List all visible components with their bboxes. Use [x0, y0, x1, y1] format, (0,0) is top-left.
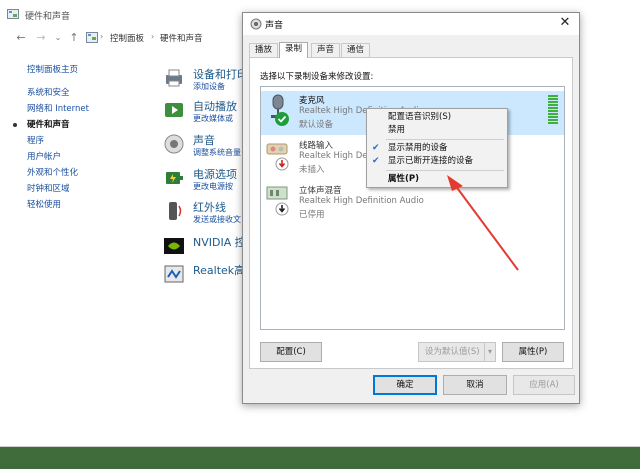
category-autoplay[interactable]: 自动播放 更改媒体或	[163, 98, 243, 128]
tab-communications[interactable]: 通信	[341, 43, 371, 57]
sidebar-item-network[interactable]: 网络和 Internet	[27, 101, 147, 117]
sidebar-item-clock-region[interactable]: 时钟和区域	[27, 181, 147, 197]
category-link[interactable]: 更改媒体或	[193, 113, 233, 124]
category-realtek[interactable]: Realtek高	[163, 262, 245, 292]
window-title: 硬件和声音	[25, 12, 71, 22]
sidebar: 控制面板主页 系统和安全 网络和 Internet 硬件和声音 程序 用户帐户 …	[13, 62, 147, 213]
chevron-down-icon: ▾	[484, 343, 495, 361]
up-arrow-icon[interactable]: ↑	[67, 30, 81, 46]
category-title[interactable]: 设备和打印	[193, 66, 248, 82]
category-title[interactable]: NVIDIA 控	[193, 234, 246, 250]
speaker-icon	[164, 134, 184, 154]
menu-item-properties[interactable]: 属性(P)	[367, 173, 507, 186]
menu-item-label: 显示已断开连接的设备	[388, 156, 474, 166]
context-menu: 配置语音识别(S) 禁用 ✔ 显示禁用的设备 ✔ 显示已断开连接的设备 属性(P…	[366, 108, 508, 188]
category-devices-printers[interactable]: 设备和打印 添加设备	[163, 66, 248, 96]
category-title[interactable]: Realtek高	[193, 262, 245, 278]
category-infrared[interactable]: 红外线 发送或接收文	[163, 199, 243, 229]
category-sound[interactable]: 声音 调整系统音量	[163, 132, 243, 162]
menu-item-show-disabled[interactable]: ✔ 显示禁用的设备	[367, 142, 507, 155]
category-title[interactable]: 电源选项	[193, 166, 237, 182]
level-meter	[548, 95, 558, 129]
category-nvidia[interactable]: NVIDIA 控	[163, 234, 246, 264]
microphone-icon	[271, 94, 289, 126]
dialog-titlebar: 声音 ✕	[243, 13, 579, 35]
category-link[interactable]: 更改电源按	[193, 181, 233, 192]
tab-playback[interactable]: 播放	[249, 43, 279, 57]
menu-item-configure-speech[interactable]: 配置语音识别(S)	[367, 111, 507, 124]
stereo-mix-board-icon	[266, 186, 289, 216]
device-status: 未插入	[299, 165, 325, 175]
configure-button[interactable]: 配置(C)	[260, 342, 322, 362]
recording-tab-panel: 选择以下录制设备来修改设置: 麦克风 Realtek High Definiti…	[249, 57, 573, 369]
sidebar-item-appearance[interactable]: 外观和个性化	[27, 165, 147, 181]
nvidia-icon	[164, 238, 184, 254]
realtek-icon	[164, 265, 184, 283]
control-panel-icon	[7, 9, 19, 19]
device-name: 线路输入	[299, 141, 334, 151]
category-link[interactable]: 发送或接收文	[193, 214, 241, 225]
apply-button[interactable]: 应用(A)	[513, 375, 575, 395]
sound-icon	[250, 18, 262, 30]
infrared-icon	[169, 202, 182, 220]
address-control-panel-icon	[86, 32, 98, 43]
sidebar-item-home[interactable]: 控制面板主页	[27, 62, 147, 78]
sidebar-item-programs[interactable]: 程序	[27, 133, 147, 149]
sound-dialog: 声音 ✕ 播放 录制 声音 通信 选择以下录制设备来修改设置: 麦克风 Real…	[242, 12, 580, 404]
category-link[interactable]: 调整系统音量	[193, 147, 241, 158]
breadcrumb-separator-icon: ›	[151, 32, 155, 41]
menu-item-label: 显示禁用的设备	[388, 143, 448, 153]
menu-item-disable[interactable]: 禁用	[367, 124, 507, 137]
menu-separator	[386, 170, 504, 171]
device-name: 麦克风	[299, 96, 325, 106]
breadcrumb-control-panel[interactable]: 控制面板	[110, 32, 144, 44]
ok-button[interactable]: 确定	[373, 375, 437, 395]
category-power-options[interactable]: 电源选项 更改电源按	[163, 166, 243, 196]
instruction-text: 选择以下录制设备来修改设置:	[260, 72, 374, 82]
category-link[interactable]: 添加设备	[193, 81, 225, 92]
tab-recording[interactable]: 录制	[279, 42, 309, 58]
checkmark-icon: ✔	[372, 156, 380, 166]
category-title[interactable]: 声音	[193, 132, 215, 148]
set-default-button[interactable]: 设为默认值(S) ▾	[418, 342, 496, 362]
breadcrumb-hardware-sound[interactable]: 硬件和声音	[160, 32, 203, 44]
history-chevron-icon[interactable]: ⌄	[51, 30, 65, 46]
sidebar-item-ease-of-access[interactable]: 轻松使用	[27, 197, 147, 213]
forward-arrow-icon[interactable]: →	[34, 30, 48, 46]
tab-sounds[interactable]: 声音	[311, 43, 341, 57]
cancel-button[interactable]: 取消	[443, 375, 507, 395]
autoplay-icon	[165, 103, 183, 117]
power-icon	[166, 172, 183, 184]
menu-separator	[386, 139, 504, 140]
menu-item-show-disconnected[interactable]: ✔ 显示已断开连接的设备	[367, 155, 507, 168]
close-icon[interactable]: ✕	[557, 15, 573, 31]
device-name: 立体声混音	[299, 186, 342, 196]
properties-button[interactable]: 属性(P)	[502, 342, 564, 362]
device-status: 已停用	[299, 210, 325, 220]
device-status: 默认设备	[299, 120, 334, 130]
sidebar-item-system-security[interactable]: 系统和安全	[27, 85, 147, 101]
breadcrumb-separator-icon: ›	[100, 32, 104, 41]
dialog-title: 声音	[265, 21, 284, 31]
device-driver: Realtek High Definition Audio	[299, 196, 424, 206]
line-in-jack-icon	[266, 143, 289, 171]
checkmark-icon: ✔	[372, 143, 380, 153]
sidebar-item-user-accounts[interactable]: 用户帐户	[27, 149, 147, 165]
back-arrow-icon[interactable]: ←	[14, 30, 28, 46]
category-title[interactable]: 自动播放	[193, 98, 237, 114]
sidebar-item-label: 硬件和声音	[27, 120, 70, 130]
category-title[interactable]: 红外线	[193, 199, 226, 215]
printer-icon	[166, 69, 182, 87]
sidebar-item-hardware-sound[interactable]: 硬件和声音	[13, 117, 147, 133]
set-default-label: 设为默认值(S)	[425, 347, 480, 357]
active-bullet-icon	[13, 123, 17, 127]
